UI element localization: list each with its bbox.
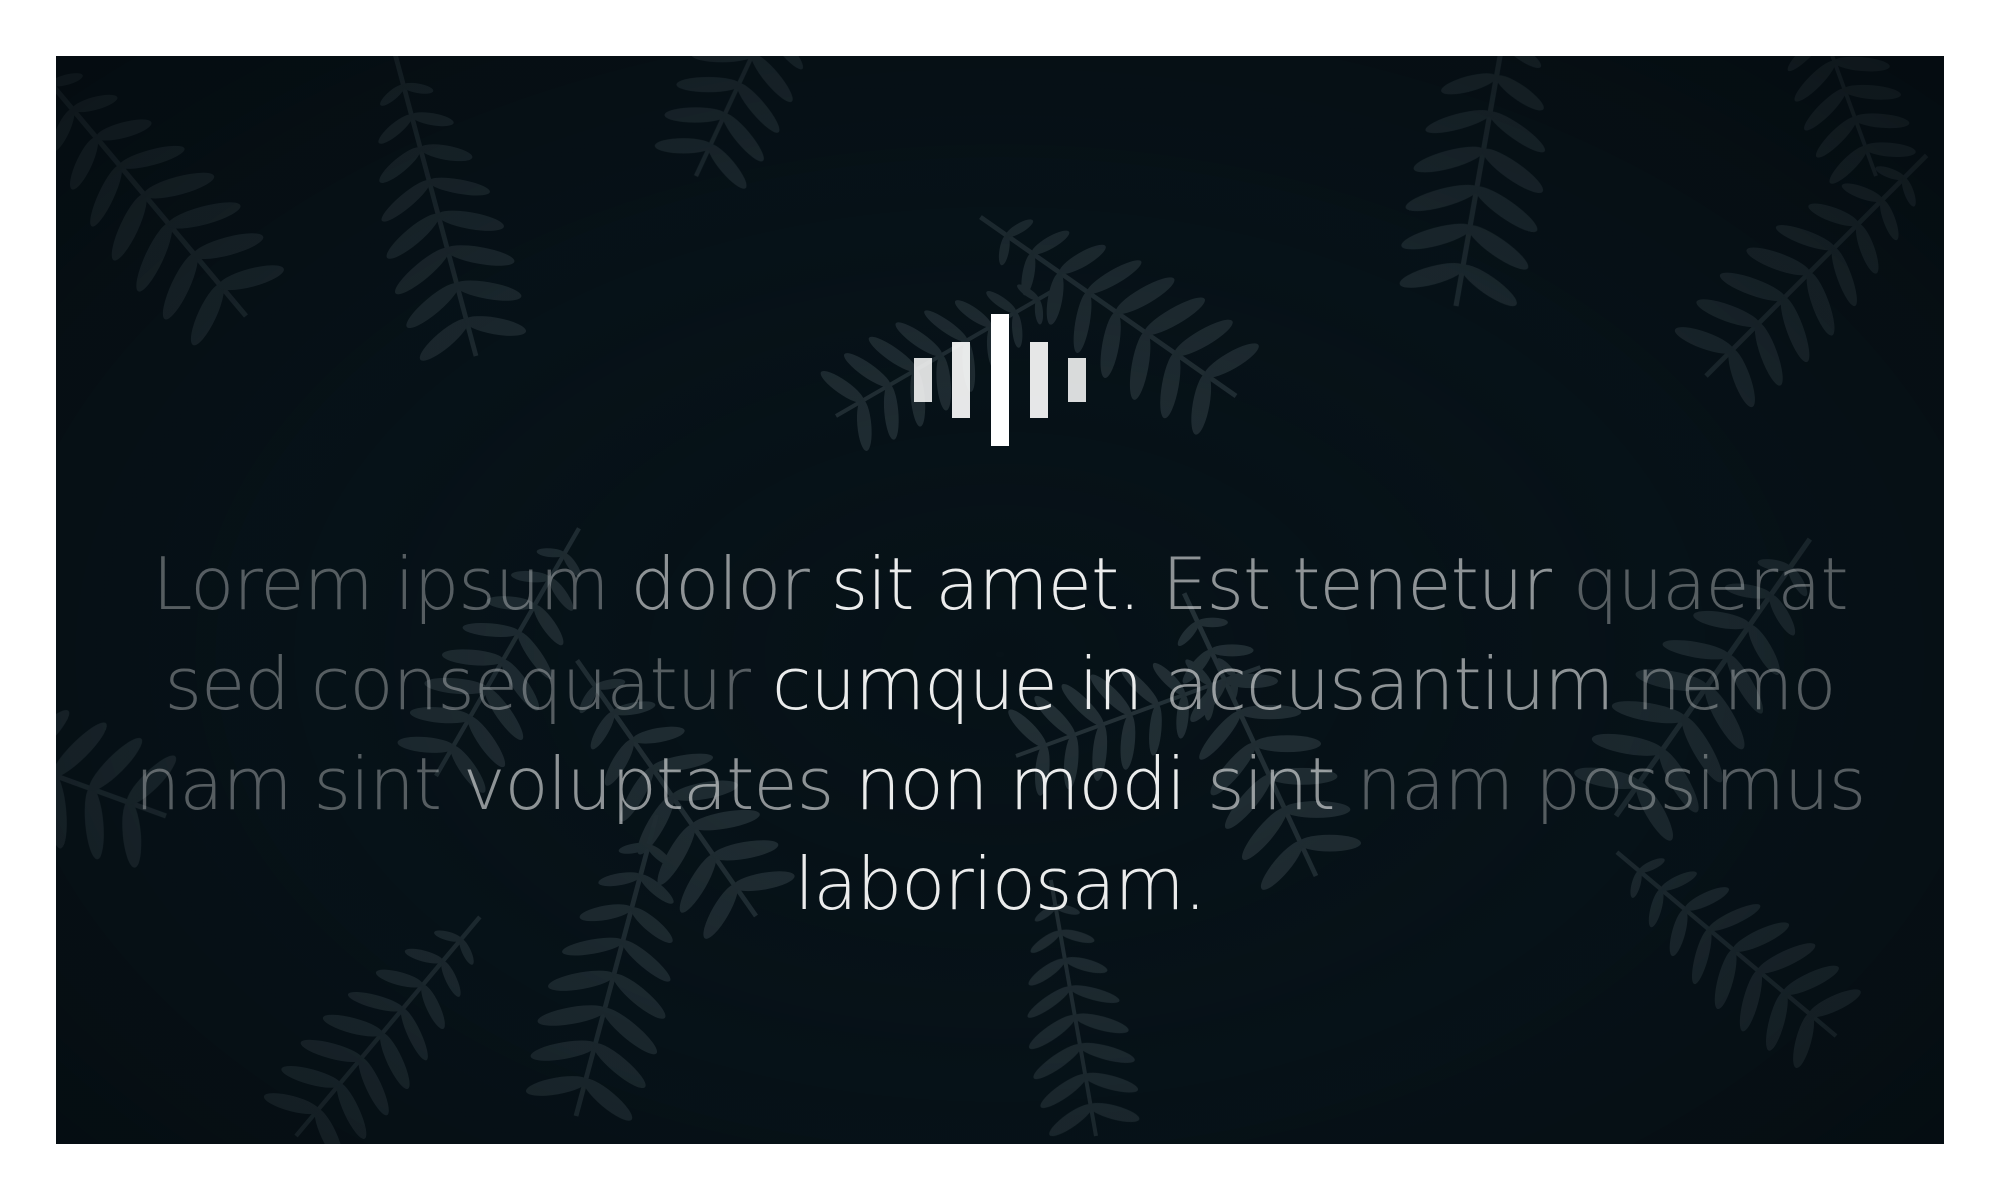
quote-segment: laboriosam. [794, 842, 1206, 926]
hero-quote: Lorem ipsum dolor sit amet. Est tenetur … [56, 534, 1944, 934]
quote-segment: non modi [855, 742, 1208, 826]
quote-segment: dolor [630, 542, 831, 626]
quote-line: nam sint voluptates non modi sint nam po… [56, 734, 1944, 834]
quote-segment: nemo [1635, 642, 1836, 726]
quote-line: sed consequatur cumque in accusantium ne… [56, 634, 1944, 734]
quote-segment: cumque in [771, 642, 1165, 726]
quote-segment: nam possimus [1356, 742, 1866, 826]
quote-segment: Est tenetur [1161, 542, 1573, 626]
quote-segment: Lorem ipsum [152, 542, 631, 626]
audio-waveform-icon [914, 314, 1086, 446]
hero-section: Lorem ipsum dolor sit amet. Est tenetur … [56, 56, 1944, 1144]
quote-line: Lorem ipsum dolor sit amet. Est tenetur … [56, 534, 1944, 634]
quote-segment: sint [1207, 742, 1357, 826]
quote-segment: accusantium [1164, 642, 1636, 726]
quote-segment: voluptates [462, 742, 856, 826]
quote-segment: sed consequatur [164, 642, 772, 726]
quote-segment: nam sint [134, 742, 463, 826]
quote-line: laboriosam. [56, 834, 1944, 934]
quote-segment: sit amet. [830, 542, 1162, 626]
quote-segment: quaerat [1572, 542, 1849, 626]
